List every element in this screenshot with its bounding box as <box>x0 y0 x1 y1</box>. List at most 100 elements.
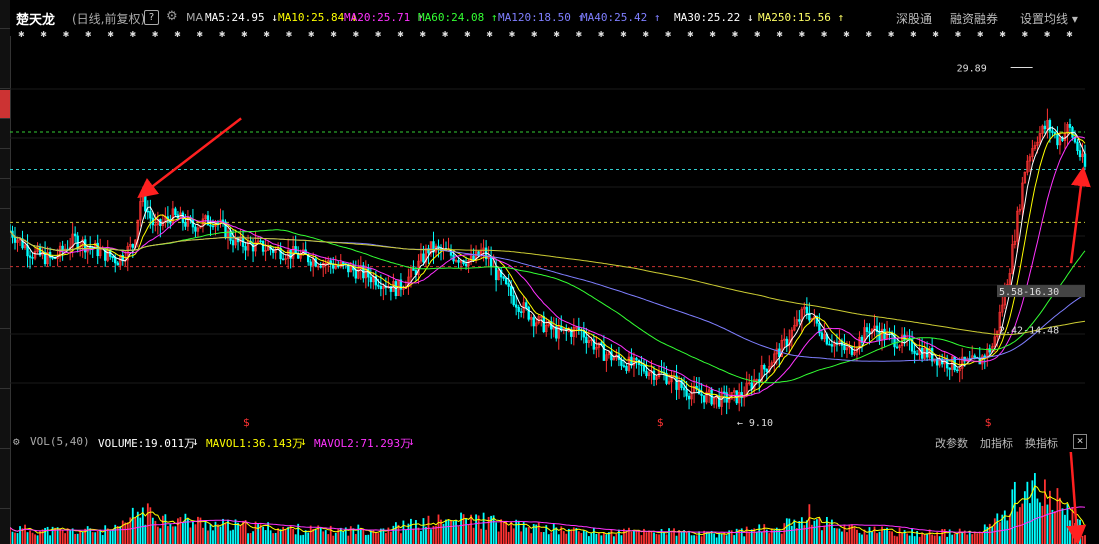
candle-body <box>865 327 869 332</box>
volume-bar <box>853 527 856 544</box>
volume-bar <box>668 528 670 544</box>
volume-bar <box>750 529 753 544</box>
volume-bar <box>452 521 455 544</box>
candle-body <box>642 364 646 372</box>
volume-bar <box>1054 511 1056 544</box>
switch-indicator-button[interactable]: 换指标 <box>1025 435 1058 451</box>
volume-bar <box>540 532 543 544</box>
volume-bar <box>237 522 239 544</box>
volume-bar <box>116 525 119 544</box>
volume-bar <box>480 528 482 544</box>
volume-bar <box>302 534 305 544</box>
nav-link[interactable]: 融资融券 <box>950 10 998 27</box>
event-marker-icon: ✱ <box>330 30 338 39</box>
volume-bar <box>262 526 264 544</box>
stock-name: 楚天龙 <box>16 13 56 28</box>
volume-bar <box>555 527 558 544</box>
event-marker-icon: ✱ <box>820 30 829 39</box>
volume-bar <box>485 529 488 544</box>
candle-body <box>785 338 789 347</box>
candle-body <box>1076 141 1079 151</box>
volume-bar <box>307 532 310 544</box>
close-icon[interactable]: × <box>1073 434 1087 449</box>
volume-bar <box>144 524 147 544</box>
volume-bar <box>973 531 976 544</box>
candle-body <box>517 306 520 312</box>
volume-bar <box>911 528 913 544</box>
volume-bar <box>653 532 655 544</box>
candle-body <box>622 365 626 367</box>
candle-body <box>1068 124 1072 128</box>
volume-bar <box>121 520 124 544</box>
volume-bar <box>580 533 583 544</box>
candle-body <box>585 336 588 343</box>
volume-bar <box>447 519 450 544</box>
candle-body <box>722 391 726 394</box>
candle-body <box>319 265 322 268</box>
volume-bar <box>718 532 721 544</box>
volume-bar <box>31 532 34 544</box>
volume-bar <box>139 517 142 544</box>
candle-body <box>798 319 801 322</box>
volume-bar <box>798 521 801 544</box>
vol-settings-icon[interactable]: ⚙ <box>13 435 20 448</box>
sidebar-tick <box>0 60 10 89</box>
volume-bar <box>866 534 868 544</box>
volume-bar <box>1084 535 1086 544</box>
volume-bar <box>640 535 643 544</box>
nav-link[interactable]: 设置均线 ▾ <box>1020 10 1078 27</box>
volume-bar <box>805 520 808 544</box>
volume-bar <box>297 523 300 544</box>
candle-body <box>144 192 147 212</box>
candle-body <box>507 283 510 287</box>
volume-bar <box>577 531 580 544</box>
candle-body <box>13 237 17 243</box>
event-marker-icon: ✱ <box>486 30 494 39</box>
volume-bar <box>324 530 327 544</box>
volume-bar <box>976 533 979 544</box>
volume-bar <box>425 526 427 544</box>
gear-icon[interactable]: ⚙ <box>166 9 178 24</box>
volume-bar <box>319 527 322 544</box>
volume-bar <box>565 533 568 544</box>
volume-bar <box>825 516 828 544</box>
volume-bar <box>91 532 94 544</box>
volume-bar <box>367 534 370 544</box>
volume-bar <box>384 533 387 544</box>
volume-bar <box>1036 498 1039 544</box>
candle-body <box>472 255 475 261</box>
candle-body <box>261 240 265 252</box>
volume-bar <box>908 535 911 544</box>
volume-bar <box>192 521 194 544</box>
event-marker-icon: ✱ <box>218 30 227 39</box>
nav-link[interactable]: 深股通 <box>896 10 932 27</box>
add-indicator-button[interactable]: 加指标 <box>980 435 1013 451</box>
volume-bar <box>79 530 82 544</box>
vol-mavol2-arrow: ↓ <box>408 435 415 448</box>
volume-bar <box>790 525 793 544</box>
volume-bar <box>836 528 838 544</box>
price-chart[interactable]: 29.89 ← 9.10 5.58-16.30 2.42-14.48 $ $ $ <box>10 40 1099 432</box>
volume-bar <box>1044 479 1046 544</box>
volume-bar <box>808 504 811 544</box>
volume-bar <box>134 518 137 544</box>
volume-bar <box>495 522 498 544</box>
volume-bar <box>427 515 430 544</box>
volume-bar <box>502 520 505 544</box>
event-marker-icon: ✱ <box>865 30 874 39</box>
event-marker-icon: ✱ <box>530 30 539 39</box>
candle-body <box>1083 153 1087 167</box>
volume-bar <box>648 530 650 544</box>
volume-bar <box>650 531 653 544</box>
volume-bar <box>625 531 628 544</box>
change-params-button[interactable]: 改参数 <box>935 435 968 451</box>
volume-bar <box>530 533 533 544</box>
volume-bar <box>74 534 77 544</box>
help-icon[interactable]: ? <box>144 10 159 25</box>
volume-bar <box>294 534 297 544</box>
event-marker-icon: ✱ <box>40 30 48 39</box>
volume-bar <box>182 522 184 544</box>
candle-body <box>504 278 508 284</box>
period-label[interactable]: (日线,前复权) <box>72 10 145 27</box>
volume-bar <box>277 528 280 544</box>
